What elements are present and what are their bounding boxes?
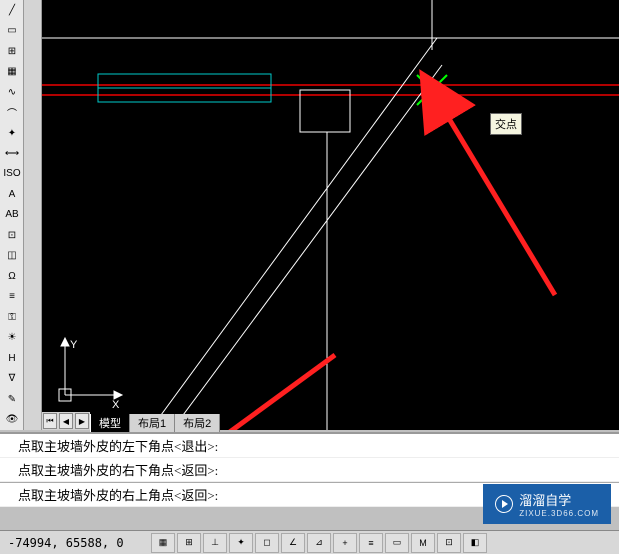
tool-pen-icon[interactable]: ✎ xyxy=(1,390,23,408)
tool-iso-icon[interactable]: ISO xyxy=(1,165,23,183)
tool-key-icon[interactable]: ⚿ xyxy=(1,308,23,326)
extra2-toggle[interactable]: ◧ xyxy=(463,533,487,553)
ducs-toggle[interactable]: ⊿ xyxy=(307,533,331,553)
tool-omega-icon[interactable]: Ω xyxy=(1,267,23,285)
command-history-1: 点取主坡墙外皮的左下角点<退出>: xyxy=(0,434,619,458)
nav-next-icon[interactable]: ▶ xyxy=(75,413,89,429)
tool-door-icon[interactable]: ◫ xyxy=(1,247,23,265)
tool-hatch-icon[interactable]: ▦ xyxy=(1,62,23,80)
nav-prev-icon[interactable]: ◀ xyxy=(59,413,73,429)
tab-layout2[interactable]: 布局2 xyxy=(174,414,220,433)
tool-flame-icon[interactable]: ✦ xyxy=(1,124,23,142)
tool-grid-icon[interactable]: ⊞ xyxy=(1,42,23,60)
watermark-title: 溜溜自学 xyxy=(519,490,599,509)
layout-tabs: 模型 布局1 布局2 xyxy=(90,414,219,433)
tool-text-icon[interactable]: A xyxy=(1,185,23,203)
tool-rect-icon[interactable]: ▭ xyxy=(1,21,23,39)
osnap-toggle[interactable]: ◻ xyxy=(255,533,279,553)
ortho-toggle[interactable]: ⊥ xyxy=(203,533,227,553)
tool-h-icon[interactable]: H xyxy=(1,349,23,367)
lwt-toggle[interactable]: ≡ xyxy=(359,533,383,553)
tool-eye-icon[interactable]: 👁 xyxy=(1,410,23,428)
tool-bars-icon[interactable]: ≡ xyxy=(1,288,23,306)
ucs-x-label: X xyxy=(112,399,120,411)
tool-curve-icon[interactable]: ∿ xyxy=(1,83,23,101)
coordinates-display: -74994, 65588, 0 xyxy=(0,536,150,550)
left-toolbar-1: ╱ ▭ ⊞ ▦ ∿ ⌒ ✦ ⟷ ISO A AB ⊡ ◫ Ω ≡ ⚿ ☀ H ∇… xyxy=(0,0,24,430)
command-history-2: 点取主坡墙外皮的右下角点<返回>: xyxy=(0,458,619,482)
extra1-toggle[interactable]: ⊡ xyxy=(437,533,461,553)
tool-ab-icon[interactable]: AB xyxy=(1,206,23,224)
tab-layout1[interactable]: 布局1 xyxy=(129,414,175,433)
status-bar: -74994, 65588, 0 ▦ ⊞ ⊥ ✦ ◻ ∠ ⊿ + ≡ ▭ M ⊡… xyxy=(0,530,619,554)
grid-toggle[interactable]: ⊞ xyxy=(177,533,201,553)
snap-toggle[interactable]: ▦ xyxy=(151,533,175,553)
dyn-toggle[interactable]: + xyxy=(333,533,357,553)
viewport-nav: ⏮ ◀ ▶ xyxy=(42,412,90,430)
tool-line-icon[interactable]: ╱ xyxy=(1,1,23,19)
annotation-arrow-2 xyxy=(212,355,335,430)
nav-first-icon[interactable]: ⏮ xyxy=(43,413,57,429)
model-toggle[interactable]: M xyxy=(411,533,435,553)
drawing-canvas[interactable]: Y X 交点 xyxy=(42,0,619,430)
tool-arc-icon[interactable]: ⌒ xyxy=(1,103,23,121)
polar-toggle[interactable]: ✦ xyxy=(229,533,253,553)
play-icon xyxy=(495,495,513,513)
watermark-badge: 溜溜自学 ZIXUE.3D66.COM xyxy=(483,484,611,524)
osnap-tooltip: 交点 xyxy=(490,113,522,135)
tab-model[interactable]: 模型 xyxy=(90,414,130,433)
tool-light-icon[interactable]: ☀ xyxy=(1,329,23,347)
ucs-y-label: Y xyxy=(70,339,78,351)
watermark-sub: ZIXUE.3D66.COM xyxy=(519,509,599,518)
annotation-arrow-1 xyxy=(445,112,555,295)
qp-toggle[interactable]: ▭ xyxy=(385,533,409,553)
left-toolbar-2 xyxy=(24,0,42,430)
otrack-toggle[interactable]: ∠ xyxy=(281,533,305,553)
tool-dim-icon[interactable]: ⟷ xyxy=(1,144,23,162)
tool-block-icon[interactable]: ⊡ xyxy=(1,226,23,244)
cad-drawing: Y X xyxy=(42,0,619,430)
tool-inv-icon[interactable]: ∇ xyxy=(1,369,23,387)
